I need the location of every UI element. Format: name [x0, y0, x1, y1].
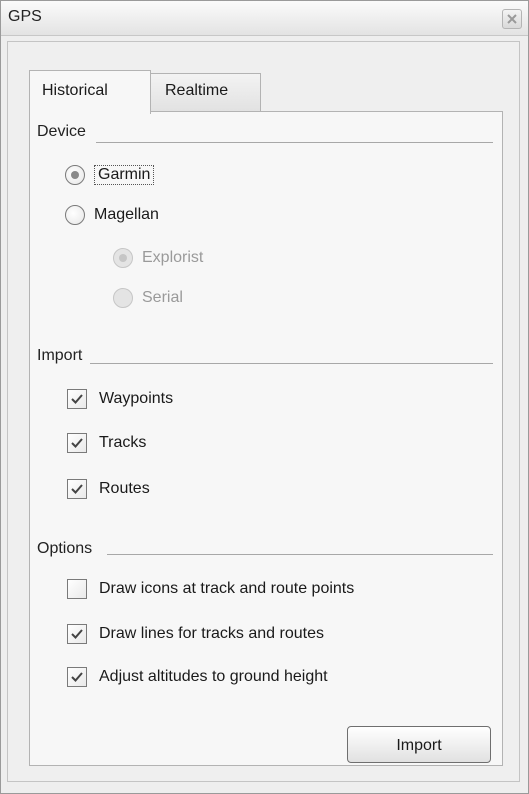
gps-window: GPS Historical Realtime Device Garmin Ma…: [0, 0, 529, 794]
checkbox-draw-lines[interactable]: Draw lines for tracks and routes: [67, 624, 324, 644]
checkbox-waypoints[interactable]: Waypoints: [67, 389, 173, 409]
import-section-divider: [90, 363, 493, 364]
checkbox-tracks-label: Tracks: [99, 434, 147, 451]
options-section-divider: [107, 554, 493, 555]
radio-serial[interactable]: Serial: [113, 288, 183, 308]
checkbox-draw-icons[interactable]: Draw icons at track and route points: [67, 579, 354, 599]
checkbox-routes-box[interactable]: [67, 479, 87, 499]
radio-garmin[interactable]: Garmin: [65, 165, 155, 185]
import-button[interactable]: Import: [347, 726, 491, 763]
checkmark-icon: [71, 394, 83, 404]
device-section-divider: [96, 142, 493, 143]
radio-explorist[interactable]: Explorist: [113, 248, 203, 268]
checkmark-icon: [71, 629, 83, 639]
title-bar[interactable]: GPS: [1, 1, 528, 36]
checkmark-icon: [71, 672, 83, 682]
device-section-label: Device: [37, 123, 86, 140]
checkmark-icon: [71, 438, 83, 448]
checkbox-draw-icons-label: Draw icons at track and route points: [99, 580, 355, 597]
radio-explorist-label: Explorist: [142, 249, 204, 266]
options-section-label: Options: [37, 540, 93, 557]
checkbox-adjust-altitudes[interactable]: Adjust altitudes to ground height: [67, 667, 328, 687]
close-button[interactable]: [502, 9, 522, 29]
checkbox-routes[interactable]: Routes: [67, 479, 150, 499]
radio-explorist-indicator[interactable]: [113, 248, 133, 268]
checkbox-waypoints-box[interactable]: [67, 389, 87, 409]
radio-garmin-indicator[interactable]: [65, 165, 85, 185]
radio-magellan-label: Magellan: [94, 206, 159, 223]
checkbox-routes-label: Routes: [99, 480, 150, 497]
checkmark-icon: [71, 484, 83, 494]
import-section-label: Import: [37, 347, 83, 364]
tab-realtime[interactable]: Realtime: [150, 73, 261, 111]
tab-historical-label: Historical: [42, 82, 108, 99]
checkbox-draw-icons-box[interactable]: [67, 579, 87, 599]
checkbox-tracks[interactable]: Tracks: [67, 433, 146, 453]
checkbox-tracks-box[interactable]: [67, 433, 87, 453]
checkbox-draw-lines-box[interactable]: [67, 624, 87, 644]
checkbox-adjust-altitudes-label: Adjust altitudes to ground height: [99, 668, 328, 685]
radio-garmin-label: Garmin: [94, 165, 155, 185]
checkbox-waypoints-label: Waypoints: [99, 390, 174, 407]
checkbox-draw-lines-label: Draw lines for tracks and routes: [99, 625, 324, 642]
radio-magellan[interactable]: Magellan: [65, 205, 159, 225]
radio-magellan-indicator[interactable]: [65, 205, 85, 225]
radio-serial-indicator[interactable]: [113, 288, 133, 308]
tab-historical[interactable]: Historical: [29, 70, 151, 114]
tab-realtime-label: Realtime: [165, 82, 229, 99]
close-icon: [507, 14, 517, 24]
window-title: GPS: [8, 8, 42, 25]
checkbox-adjust-altitudes-box[interactable]: [67, 667, 87, 687]
radio-serial-label: Serial: [142, 289, 183, 306]
